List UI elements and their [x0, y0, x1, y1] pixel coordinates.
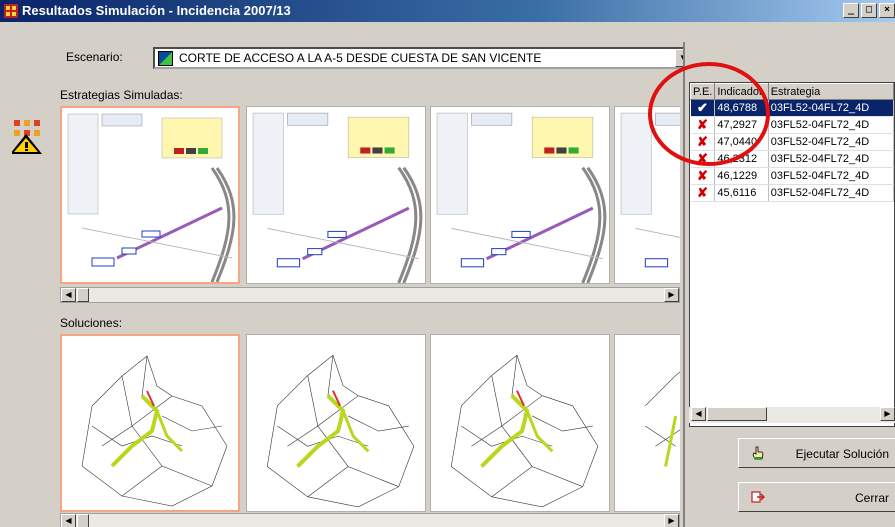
- scroll-right-icon[interactable]: ▶: [880, 407, 895, 421]
- close-button[interactable]: Cerrar: [738, 482, 895, 512]
- estrategia-cell: 03FL52-04FL72_4D: [768, 99, 894, 117]
- minimize-button[interactable]: _: [843, 3, 859, 18]
- strategies-strip: [60, 106, 680, 286]
- estrategia-cell: 03FL52-04FL72_4D: [768, 184, 894, 202]
- strategies-scrollbar[interactable]: ◀ ▶: [60, 287, 680, 303]
- scroll-left-icon[interactable]: ◀: [61, 288, 76, 302]
- strategy-thumbnail[interactable]: [430, 106, 610, 284]
- scroll-thumb[interactable]: [707, 407, 767, 421]
- execute-solution-button[interactable]: Ejecutar Solución: [738, 438, 895, 468]
- close-window-button[interactable]: ×: [879, 3, 895, 18]
- solution-thumbnail[interactable]: [60, 334, 240, 512]
- exit-door-icon: [751, 491, 765, 503]
- table-row[interactable]: ✘ 47,0440 03FL52-04FL72_4D: [690, 133, 894, 151]
- table-row[interactable]: ✘ 46,1229 03FL52-04FL72_4D: [690, 167, 894, 185]
- column-header-estrategia[interactable]: Estrategia: [767, 83, 894, 100]
- close-label: Cerrar: [854, 491, 889, 505]
- execute-solution-label: Ejecutar Solución: [795, 447, 889, 461]
- strategy-thumbnail[interactable]: [614, 106, 680, 284]
- strategy-thumbnail[interactable]: [246, 106, 426, 284]
- hand-pointer-icon: [752, 446, 764, 460]
- table-row[interactable]: ✔ 48,6788 03FL52-04FL72_4D: [690, 99, 894, 117]
- red-x-icon: ✘: [690, 133, 716, 151]
- strategy-thumbnail[interactable]: [60, 106, 240, 284]
- indicador-cell: 47,0440: [714, 133, 769, 151]
- scroll-thumb[interactable]: [77, 514, 89, 527]
- estrategia-cell: 03FL52-04FL72_4D: [768, 116, 894, 134]
- indicador-cell: 47,2927: [714, 116, 769, 134]
- indicador-cell: 46,1229: [714, 167, 769, 185]
- results-window: Resultados Simulación - Incidencia 2007/…: [0, 0, 895, 527]
- scroll-thumb[interactable]: [77, 288, 89, 302]
- escenario-dropdown[interactable]: CORTE DE ACCESO A LA A-5 DESDE CUESTA DE…: [153, 47, 693, 69]
- column-header-indicador[interactable]: Indicador: [714, 83, 769, 100]
- scroll-right-icon[interactable]: ▶: [664, 514, 679, 527]
- red-x-icon: ✘: [690, 116, 716, 134]
- solution-thumbnail[interactable]: [614, 334, 680, 512]
- escenario-value: CORTE DE ACCESO A LA A-5 DESDE CUESTA DE…: [179, 51, 542, 65]
- solution-thumbnail[interactable]: [246, 334, 426, 512]
- indicador-cell: 45,6116: [714, 184, 769, 202]
- solutions-label: Soluciones:: [60, 316, 123, 330]
- column-header-pe[interactable]: P.E.: [690, 83, 716, 100]
- strategies-grid[interactable]: P.E. Indicador Estrategia ✔ 48,6788 03FL…: [689, 82, 895, 427]
- solutions-strip: [60, 334, 680, 512]
- estrategia-cell: 03FL52-04FL72_4D: [768, 150, 894, 168]
- estrategia-cell: 03FL52-04FL72_4D: [768, 133, 894, 151]
- red-x-icon: ✘: [690, 184, 716, 202]
- table-row[interactable]: ✘ 45,6116 03FL52-04FL72_4D: [690, 184, 894, 202]
- indicador-cell: 48,6788: [714, 99, 769, 117]
- red-x-icon: ✘: [690, 150, 716, 168]
- title-bar[interactable]: Resultados Simulación - Incidencia 2007/…: [0, 0, 895, 22]
- red-x-icon: ✘: [690, 167, 716, 185]
- table-row[interactable]: ✘ 47,2927 03FL52-04FL72_4D: [690, 116, 894, 134]
- window-title: Resultados Simulación - Incidencia 2007/…: [22, 3, 291, 18]
- scroll-left-icon[interactable]: ◀: [61, 514, 76, 527]
- warning-icon: [12, 120, 42, 154]
- table-row[interactable]: ✘ 46,2312 03FL52-04FL72_4D: [690, 150, 894, 168]
- escenario-color-icon: [158, 51, 173, 66]
- estrategia-cell: 03FL52-04FL72_4D: [768, 167, 894, 185]
- scroll-left-icon[interactable]: ◀: [691, 407, 706, 421]
- green-check-icon: ✔: [690, 99, 716, 117]
- app-icon: [4, 4, 18, 18]
- window-controls: _ □ ×: [843, 3, 895, 18]
- indicador-cell: 46,2312: [714, 150, 769, 168]
- escenario-label: Escenario:: [66, 50, 123, 64]
- strategies-label: Estrategias Simuladas:: [60, 88, 183, 102]
- scroll-right-icon[interactable]: ▶: [664, 288, 679, 302]
- grid-scrollbar[interactable]: ◀ ▶: [689, 407, 895, 423]
- solutions-scrollbar[interactable]: ◀ ▶: [60, 513, 680, 527]
- solution-thumbnail[interactable]: [430, 334, 610, 512]
- maximize-button[interactable]: □: [861, 3, 877, 18]
